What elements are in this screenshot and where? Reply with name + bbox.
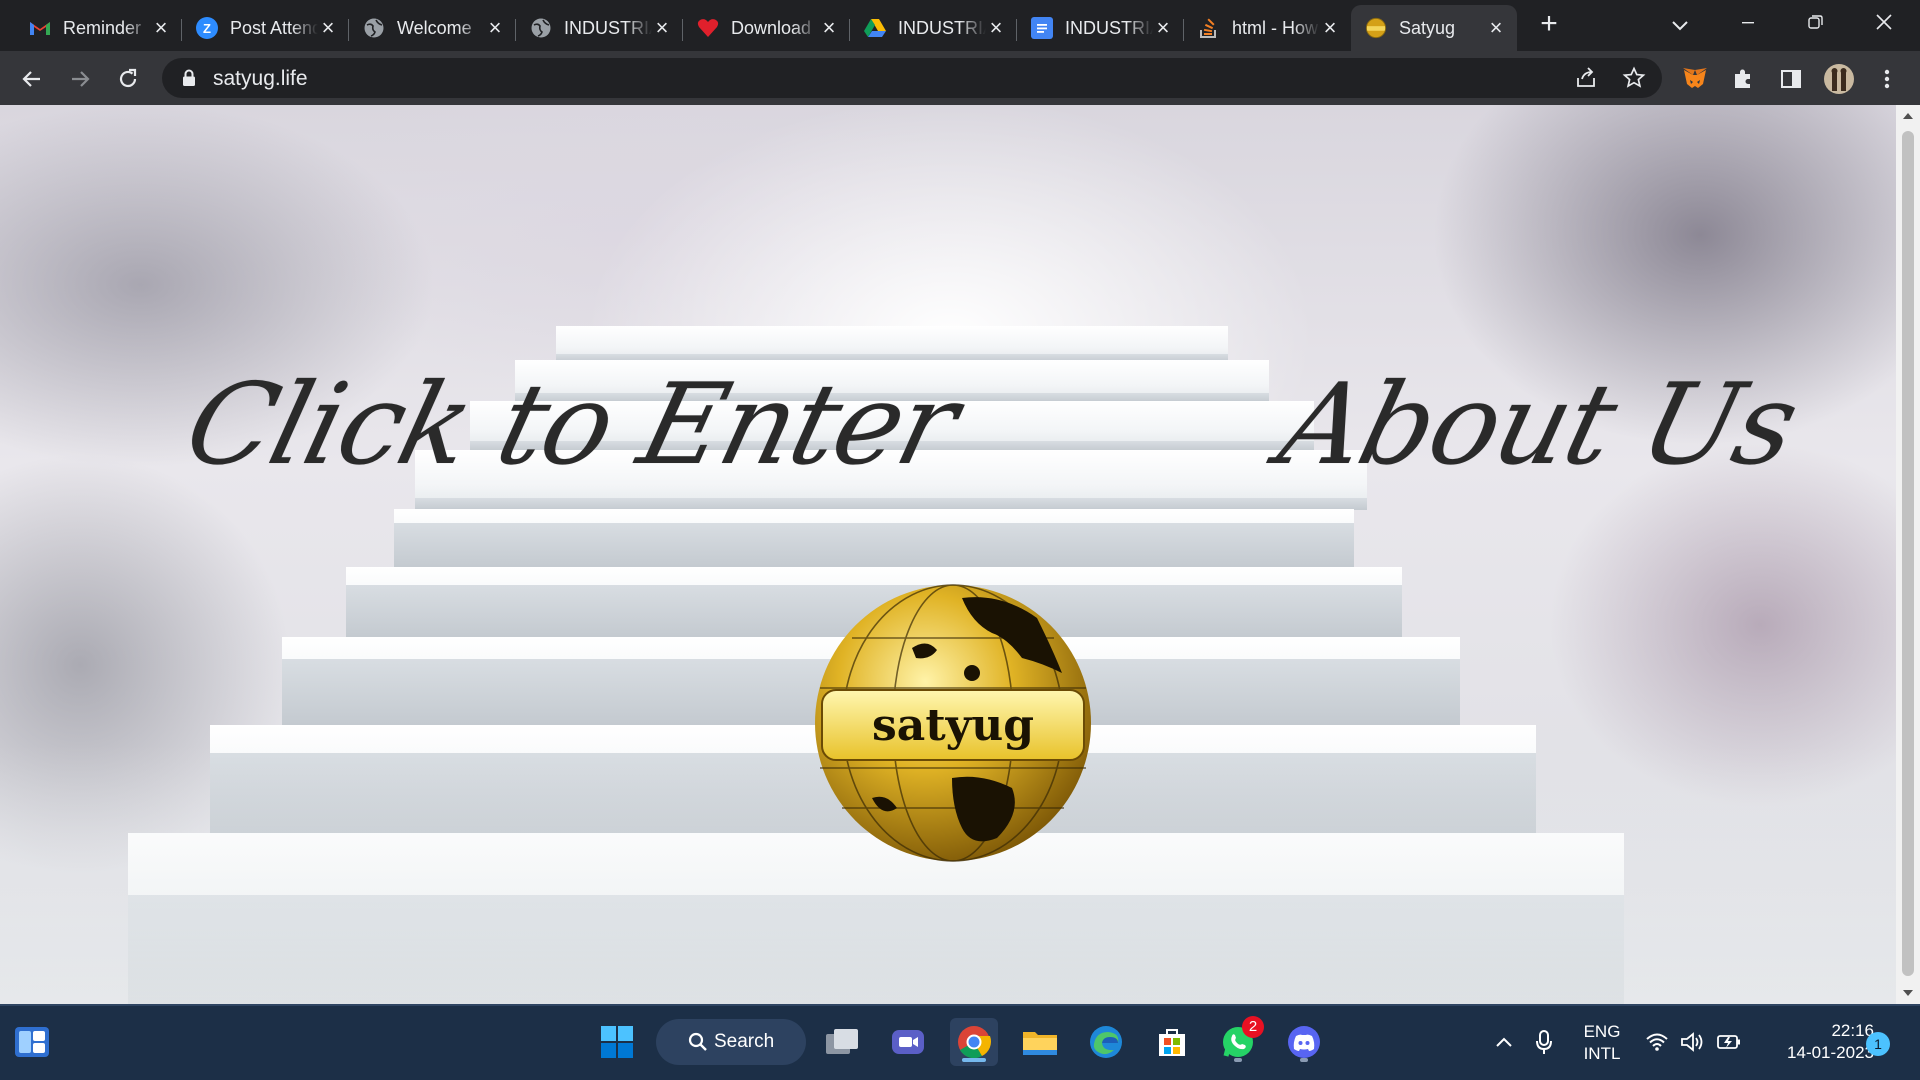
minimize-button[interactable] [1714, 0, 1782, 44]
globe-icon [530, 17, 552, 39]
tab-search-icon[interactable] [1665, 10, 1695, 40]
reload-button[interactable] [112, 63, 144, 95]
tab-title: INDUSTRIAL [898, 17, 986, 38]
side-panel-icon[interactable] [1775, 63, 1807, 95]
metamask-extension-icon[interactable] [1679, 63, 1711, 95]
close-tab-icon[interactable]: × [150, 17, 172, 39]
keyboard-layout: INTL [1583, 1044, 1621, 1063]
close-tab-icon[interactable]: × [484, 17, 506, 39]
scrollbar-thumb[interactable] [1902, 131, 1914, 976]
tab-title: INDUSTRIAL [564, 17, 652, 38]
language-indicator[interactable]: ENG INTL [1570, 1021, 1634, 1065]
tab-title: Welcome [397, 17, 472, 38]
forward-button[interactable] [64, 63, 96, 95]
close-tab-icon[interactable]: × [818, 17, 840, 39]
task-view-icon[interactable] [818, 1018, 866, 1066]
tab-title: Post Attendance [230, 17, 318, 38]
close-tab-icon[interactable]: × [985, 17, 1007, 39]
satyug-logo[interactable]: satyug [812, 578, 1094, 868]
close-tab-icon[interactable]: × [317, 17, 339, 39]
zoom-icon: Z [196, 17, 218, 39]
tab-strip: Reminder × Z Post Attendance × Welcome ×… [0, 0, 1920, 51]
more-menu-icon[interactable] [1871, 63, 1903, 95]
clock-time: 22:16 [1831, 1021, 1874, 1040]
whatsapp-icon[interactable]: 2 [1214, 1016, 1264, 1066]
tab-html-how[interactable]: html - How × [1184, 5, 1351, 51]
notification-center-badge[interactable]: 1 [1866, 1032, 1890, 1056]
click-to-enter-link[interactable]: Click to Enter [174, 360, 969, 490]
bookmark-star-icon[interactable] [1622, 66, 1646, 95]
heart-icon [697, 17, 719, 39]
taskbar-search[interactable]: Search [656, 1019, 806, 1065]
battery-charging-icon[interactable] [1707, 1018, 1751, 1066]
about-us-link[interactable]: About Us [1268, 360, 1809, 490]
tab-reminder[interactable]: Reminder × [15, 5, 182, 51]
google-docs-icon [1031, 17, 1053, 39]
tab-post-attendance[interactable]: Z Post Attendance × [182, 5, 349, 51]
scroll-down-icon[interactable] [1902, 988, 1914, 998]
tab-title: Download [731, 17, 812, 38]
tab-title: Satyug [1399, 17, 1456, 38]
close-tab-icon[interactable]: × [651, 17, 673, 39]
stair-step [394, 509, 1354, 567]
restore-button[interactable] [1782, 0, 1850, 44]
stackoverflow-icon [1198, 17, 1220, 39]
tab-industrial-3[interactable]: INDUSTRIAL × [1017, 5, 1184, 51]
page-viewport: Click to Enter About Us satyug [0, 105, 1896, 1004]
tab-welcome[interactable]: Welcome × [349, 5, 516, 51]
google-drive-icon [864, 17, 886, 39]
stair-step [556, 326, 1228, 362]
scroll-up-icon[interactable] [1902, 111, 1914, 121]
running-indicator [962, 1058, 986, 1062]
whatsapp-badge: 2 [1242, 1016, 1264, 1038]
teams-chat-icon[interactable] [884, 1018, 932, 1066]
clock[interactable]: 22:16 14-01-2023 [1750, 1020, 1874, 1064]
globe-icon [363, 17, 385, 39]
tab-satyug[interactable]: Satyug × [1351, 5, 1517, 51]
browser-toolbar: satyug.life [0, 51, 1920, 105]
close-window-button[interactable] [1850, 0, 1918, 44]
vertical-scrollbar[interactable] [1896, 105, 1920, 1004]
microsoft-store-icon[interactable] [1148, 1018, 1196, 1066]
search-label: Search [714, 1031, 775, 1052]
edge-icon[interactable] [1082, 1018, 1130, 1066]
language-code: ENG [1583, 1022, 1621, 1041]
close-tab-icon[interactable]: × [1152, 17, 1174, 39]
discord-icon[interactable] [1280, 1018, 1328, 1066]
running-indicator [1234, 1058, 1242, 1062]
widgets-icon[interactable] [8, 1018, 56, 1066]
logo-text: satyug [872, 700, 1034, 751]
url-text: satyug.life [213, 67, 308, 90]
share-icon[interactable] [1574, 66, 1598, 95]
new-tab-button[interactable]: + [1533, 9, 1565, 41]
close-tab-icon[interactable]: × [1485, 17, 1507, 39]
extensions-puzzle-icon[interactable] [1727, 63, 1759, 95]
close-tab-icon[interactable]: × [1319, 17, 1341, 39]
clock-date: 14-01-2023 [1787, 1043, 1874, 1062]
running-indicator [1300, 1058, 1308, 1062]
start-button[interactable] [593, 1018, 641, 1066]
tab-title: Reminder [63, 17, 142, 38]
search-icon [688, 1032, 707, 1051]
windows-taskbar: Search 2 ENG INTL 22:16 14-01-2023 1 [0, 1004, 1920, 1080]
profile-avatar[interactable] [1823, 63, 1855, 95]
tab-industrial-2[interactable]: INDUSTRIAL × [850, 5, 1017, 51]
satyug-globe-icon [1365, 17, 1387, 39]
lock-icon[interactable] [182, 69, 196, 92]
tab-title: INDUSTRIAL [1065, 17, 1153, 38]
tab-title: html - How [1232, 17, 1319, 38]
tab-download[interactable]: Download × [683, 5, 850, 51]
address-bar[interactable]: satyug.life [162, 58, 1662, 98]
microphone-icon[interactable] [1520, 1018, 1568, 1066]
file-explorer-icon[interactable] [1016, 1018, 1064, 1066]
gmail-icon [29, 17, 51, 39]
back-button[interactable] [16, 63, 48, 95]
tab-industrial-1[interactable]: INDUSTRIAL × [516, 5, 683, 51]
chrome-taskbar-icon[interactable] [950, 1018, 998, 1066]
